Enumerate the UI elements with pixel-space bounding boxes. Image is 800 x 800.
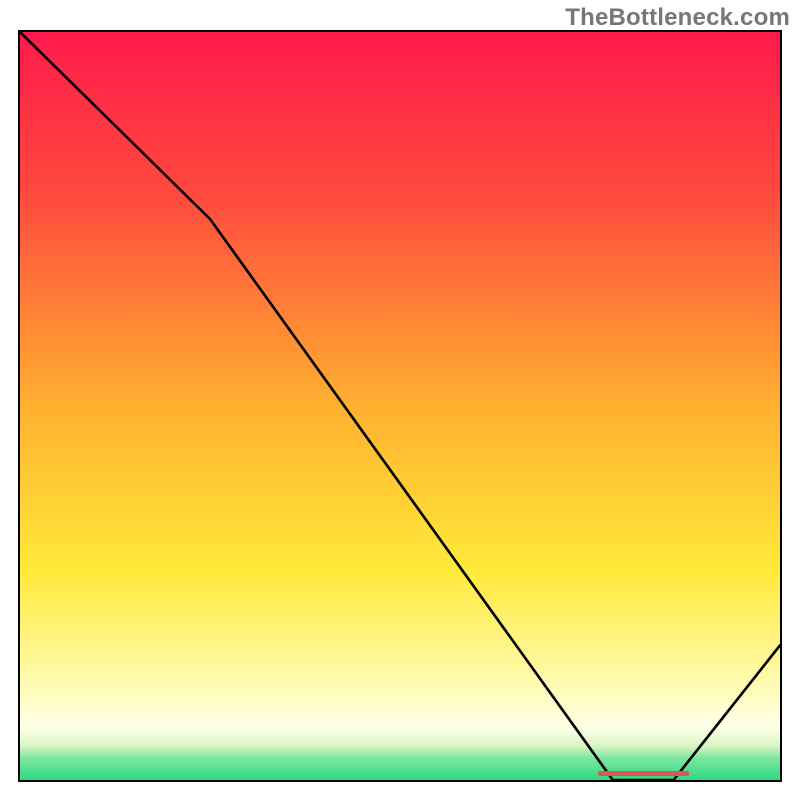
watermark-text: TheBottleneck.com bbox=[565, 4, 790, 32]
bottleneck-curve bbox=[20, 32, 780, 780]
plot-area bbox=[18, 30, 782, 782]
optimal-range-marker bbox=[598, 771, 689, 776]
chart-container: TheBottleneck.com bbox=[0, 0, 800, 800]
